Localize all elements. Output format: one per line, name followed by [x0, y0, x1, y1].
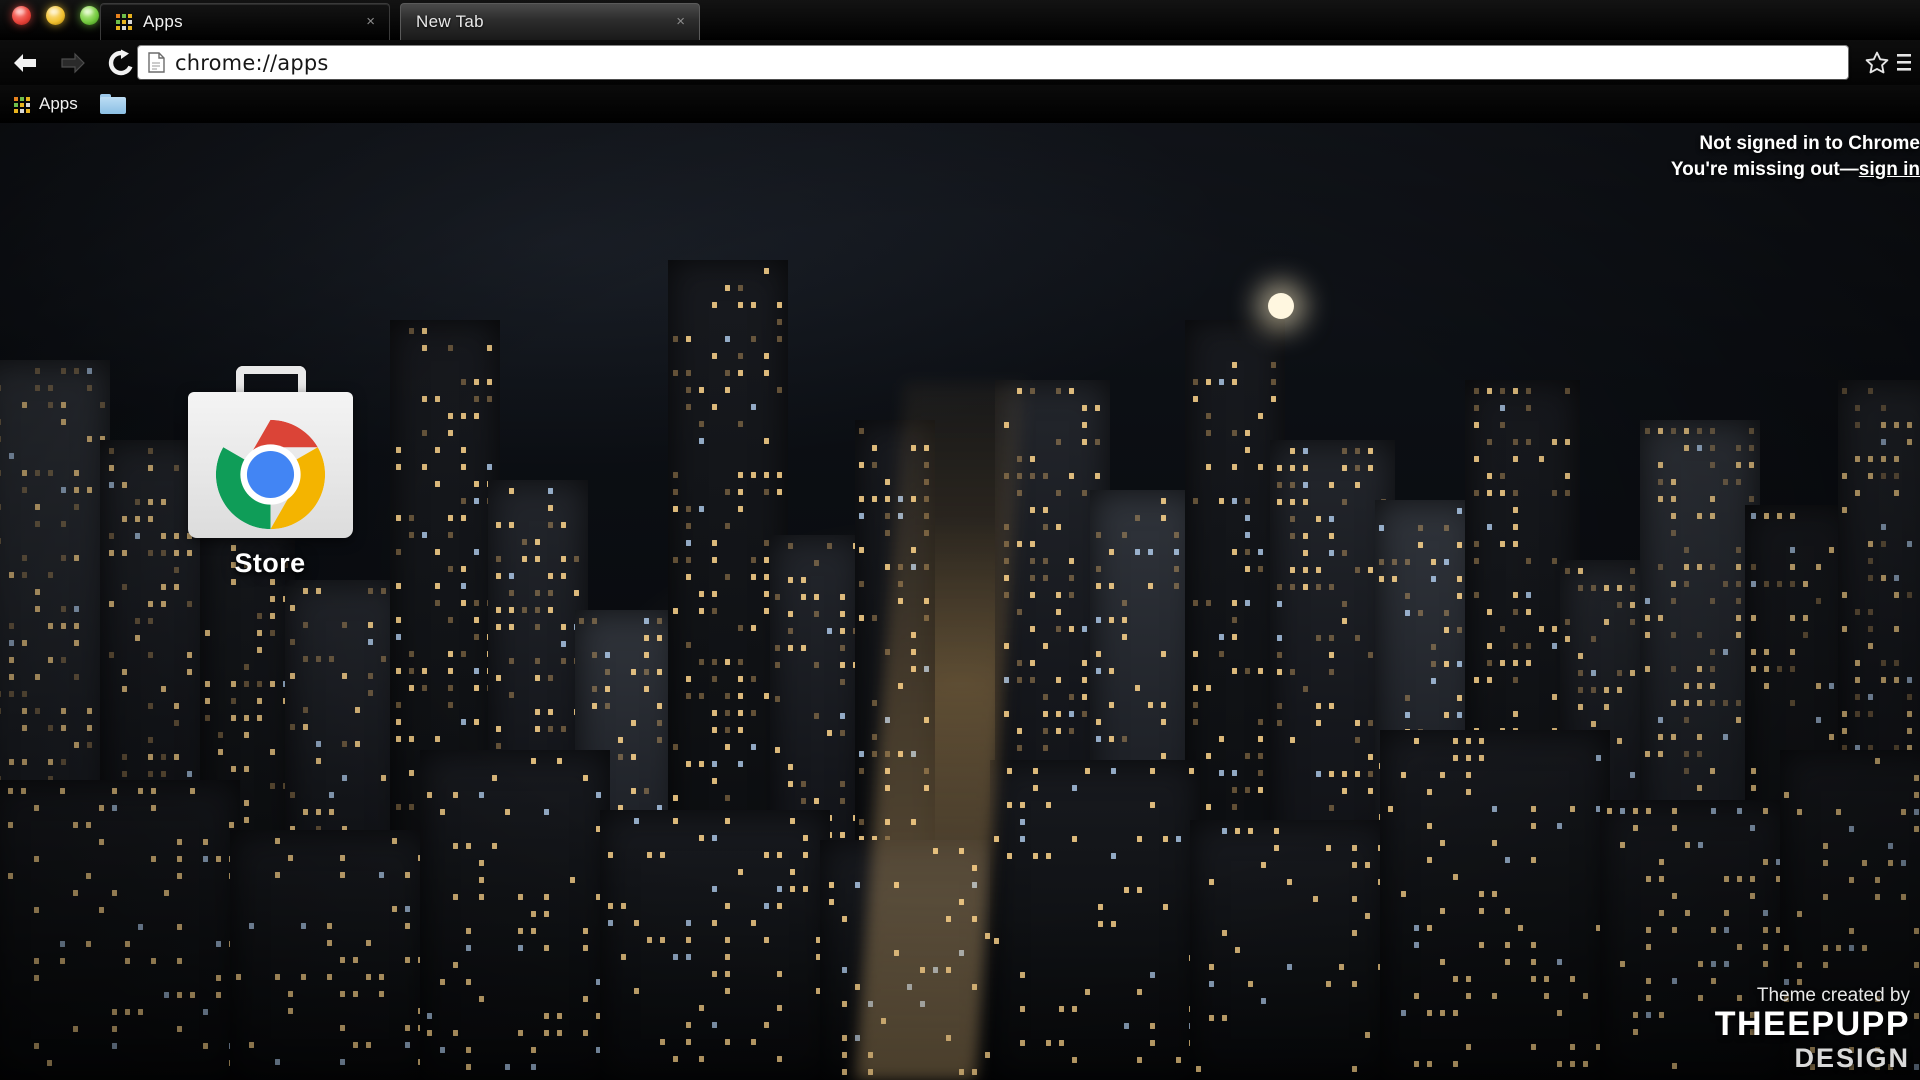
folder-icon — [99, 94, 126, 114]
close-window-button[interactable] — [12, 6, 31, 25]
app-tile-store[interactable]: Store — [150, 366, 390, 596]
bookmarks-bar: Apps — [0, 85, 1920, 123]
tab-new-tab[interactable]: New Tab × — [400, 3, 700, 40]
building — [990, 760, 1200, 1080]
theme-author-name: THEEPUPP — [1714, 1005, 1910, 1044]
minimize-window-button[interactable] — [46, 6, 65, 25]
building — [230, 830, 430, 1080]
tab-strip: Apps × New Tab × — [0, 0, 1920, 40]
reload-button[interactable] — [104, 46, 138, 80]
tab-title: New Tab — [416, 11, 484, 31]
bookmark-item-folder[interactable] — [92, 91, 142, 117]
chrome-menu-icon[interactable] — [1892, 50, 1916, 76]
building — [600, 810, 830, 1080]
address-bar[interactable]: chrome://apps — [138, 46, 1848, 79]
bookmark-item-apps[interactable]: Apps — [6, 91, 86, 117]
tab-apps[interactable]: Apps × — [100, 3, 390, 40]
tab-title: Apps — [143, 11, 183, 31]
building — [1380, 730, 1610, 1080]
new-tab-page: Not signed in to Chrome You're missing o… — [0, 123, 1920, 1080]
page-icon — [148, 52, 165, 73]
building — [1190, 820, 1390, 1080]
signin-promo-title: Not signed in to Chrome — [1699, 133, 1920, 154]
chrome-logo-icon — [215, 419, 325, 530]
window-controls — [12, 6, 99, 25]
app-tile-label: Store — [234, 548, 306, 578]
bookmark-star-icon[interactable] — [1864, 50, 1890, 76]
tab-close-button[interactable]: × — [671, 11, 690, 32]
street-lamp-icon — [1268, 293, 1294, 319]
zoom-window-button[interactable] — [80, 6, 99, 25]
building — [420, 750, 610, 1080]
theme-attribution: Theme created by THEEPUPP DESIGN — [1715, 985, 1910, 1074]
chrome-web-store-icon — [187, 366, 353, 538]
theme-author-subtitle: DESIGN — [1794, 1043, 1910, 1073]
signin-link[interactable]: sign in — [1859, 159, 1920, 180]
browser-window: Apps × New Tab × chrome://apps Apps Not … — [0, 0, 1920, 1080]
theme-attribution-label: Theme created by — [1756, 985, 1910, 1007]
back-button[interactable] — [8, 46, 42, 80]
signin-promo-text: You're missing out— — [1670, 158, 1859, 180]
bookmark-label: Apps — [39, 94, 78, 113]
tab-close-button[interactable]: × — [361, 11, 380, 32]
navigation-toolbar: chrome://apps — [0, 40, 1920, 85]
apps-grid-icon — [116, 14, 133, 30]
apps-grid-icon — [14, 96, 31, 113]
building — [0, 780, 240, 1080]
signin-promo-message: You're missing out—sign in — [1500, 157, 1920, 183]
signin-promo: Not signed in to Chrome You're missing o… — [1500, 131, 1920, 182]
forward-button[interactable] — [56, 46, 90, 80]
url-text: chrome://apps — [175, 50, 329, 75]
